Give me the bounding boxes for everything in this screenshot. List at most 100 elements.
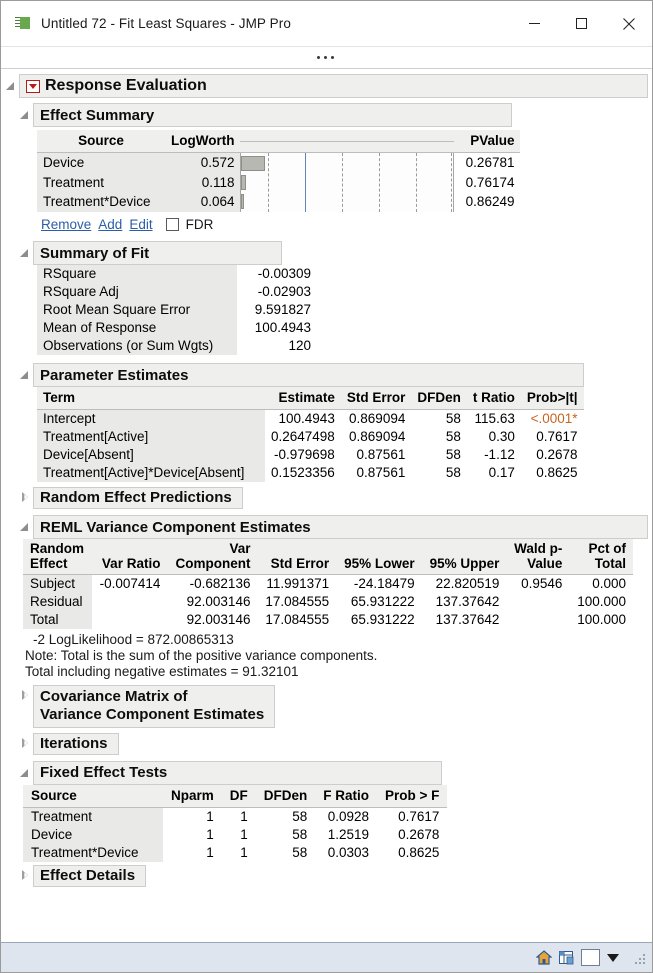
cell-logworth: 0.572 <box>165 152 241 173</box>
cell-pvalue: 0.76174 <box>465 174 515 190</box>
cell-estimate: 0.1523356 <box>271 465 335 480</box>
cell-random-effect: Total <box>23 611 92 630</box>
col-pct-of-total[interactable]: Pct of Total <box>569 539 633 576</box>
col-line1: Var <box>229 541 251 556</box>
section-covariance-matrix[interactable]: Covariance Matrix of Variance Component … <box>19 685 652 728</box>
parameter-estimates-table-wrap: Term Estimate Std Error DFDen t Ratio Pr… <box>37 387 648 482</box>
col-var-component[interactable]: Var Component <box>167 539 258 576</box>
fdr-checkbox[interactable] <box>165 218 179 231</box>
home-icon[interactable] <box>535 950 553 965</box>
cell-pct-total: 0.000 <box>592 576 626 592</box>
section-effect-summary[interactable]: Effect Summary <box>19 103 512 127</box>
cell-value: 9.591827 <box>237 301 317 319</box>
overflow-menu-icon[interactable] <box>317 56 334 59</box>
color-swatch-button[interactable] <box>581 949 600 966</box>
disclosure-triangle-closed-icon[interactable] <box>19 737 31 749</box>
col-dfden[interactable]: DFDen <box>255 784 316 808</box>
section-title-summary-of-fit: Summary of Fit <box>40 244 150 262</box>
data-grid-icon[interactable] <box>559 950 574 965</box>
col-95-upper[interactable]: 95% Upper <box>421 539 507 576</box>
col-logworth[interactable]: LogWorth <box>165 130 241 153</box>
caret-down-icon[interactable] <box>607 953 619 962</box>
disclosure-triangle-closed-icon[interactable] <box>19 689 31 701</box>
cell-f-ratio: 0.0303 <box>327 844 370 860</box>
col-std-error[interactable]: Std Error <box>340 387 412 410</box>
section-title-effect-summary: Effect Summary <box>40 106 155 124</box>
section-iterations[interactable]: Iterations <box>19 732 652 755</box>
disclosure-triangle-open-icon[interactable] <box>19 521 31 533</box>
col-source[interactable]: Source <box>37 130 165 153</box>
table-row[interactable]: Device 0.572 0.26781 <box>37 152 520 212</box>
table-row[interactable]: Treatment[Active]*Device[Absent] 0.15233… <box>37 464 584 482</box>
table-row[interactable]: Residual 92.003146 17.084555 65.931222 1… <box>23 593 633 612</box>
section-response-evaluation[interactable]: Response Evaluation <box>5 74 648 98</box>
remove-link[interactable]: Remove <box>41 217 91 232</box>
col-wald-p-value[interactable]: Wald p- Value <box>506 539 570 576</box>
col-dfden[interactable]: DFDen <box>411 387 467 410</box>
cell-95-upper: 22.820519 <box>435 576 500 592</box>
reml-table-wrap: Random Effect Var Ratio Var Component St… <box>23 539 648 630</box>
disclosure-triangle-open-icon[interactable] <box>19 369 31 381</box>
col-df[interactable]: DF <box>221 784 256 808</box>
resize-grip[interactable] <box>632 951 646 965</box>
fixed-effect-tests-table-wrap: Source Nparm DF DFDen F Ratio Prob > F T… <box>23 784 648 862</box>
col-95-lower[interactable]: 95% Lower <box>336 539 422 576</box>
cell-term: Intercept <box>37 409 265 428</box>
section-effect-details[interactable]: Effect Details <box>19 864 652 887</box>
cell-dfden: 58 <box>445 465 461 480</box>
section-reml-variance[interactable]: REML Variance Component Estimates <box>19 515 648 539</box>
edit-link[interactable]: Edit <box>129 217 152 232</box>
col-line2: Component <box>175 556 251 572</box>
logworth-bar <box>241 156 265 171</box>
section-parameter-estimates[interactable]: Parameter Estimates <box>19 363 584 387</box>
disclosure-triangle-open-icon[interactable] <box>19 109 31 121</box>
red-triangle-menu-icon[interactable] <box>26 79 40 93</box>
cell-prob-t: 0.8625 <box>536 465 578 480</box>
add-link[interactable]: Add <box>98 217 122 232</box>
cell-dfden: 58 <box>292 844 308 860</box>
cell-prob-t: 0.2678 <box>536 447 578 462</box>
col-nparm[interactable]: Nparm <box>163 784 222 808</box>
disclosure-triangle-open-icon[interactable] <box>5 80 17 92</box>
col-std-error[interactable]: Std Error <box>257 539 337 576</box>
cell-value: -0.00309 <box>237 265 317 283</box>
table-row[interactable]: Treatment 1 1 58 0.0928 0.7617 <box>23 807 447 826</box>
disclosure-triangle-closed-icon[interactable] <box>19 491 31 503</box>
col-var-ratio[interactable]: Var Ratio <box>91 539 168 576</box>
table-row[interactable]: Device 1 1 58 1.2519 0.2678 <box>23 825 447 844</box>
col-pvalue[interactable]: PValue <box>454 130 521 153</box>
disclosure-triangle-open-icon[interactable] <box>19 767 31 779</box>
col-source[interactable]: Source <box>23 784 163 808</box>
maximize-button[interactable] <box>558 1 605 46</box>
table-row[interactable]: Subject -0.007414 -0.682136 11.991371 -2… <box>23 574 633 594</box>
col-prob-f[interactable]: Prob > F <box>377 784 448 808</box>
minimize-button[interactable] <box>511 1 558 46</box>
cell-std-error: 0.869094 <box>349 411 406 426</box>
section-title-iterations: Iterations <box>33 732 119 755</box>
table-row[interactable]: Total 92.003146 17.084555 65.931222 137.… <box>23 611 633 630</box>
col-estimate[interactable]: Estimate <box>265 387 341 410</box>
cell-df: 1 <box>240 844 248 860</box>
section-fixed-effect-tests[interactable]: Fixed Effect Tests <box>19 760 442 785</box>
table-row[interactable]: Treatment*Device 1 1 58 0.0303 0.8625 <box>23 843 447 862</box>
table-row[interactable]: Device[Absent] -0.979698 0.87561 58 -1.1… <box>37 446 584 464</box>
cell-logworth: 0.118 <box>165 172 241 193</box>
table-row[interactable]: Treatment[Active] 0.2647498 0.869094 58 … <box>37 428 584 446</box>
disclosure-triangle-open-icon[interactable] <box>19 247 31 259</box>
cell-label: RSquare Adj <box>37 283 237 301</box>
col-t-ratio[interactable]: t Ratio <box>466 387 521 410</box>
col-random-effect[interactable]: Random Effect <box>23 539 92 576</box>
section-random-effect-predictions[interactable]: Random Effect Predictions <box>19 487 652 509</box>
report-body: Response Evaluation Effect Summary Sourc… <box>1 69 652 942</box>
table-row[interactable]: Intercept 100.4943 0.869094 58 115.63 <.… <box>37 409 584 428</box>
summary-of-fit-table-wrap: RSquare -0.00309 RSquare Adj -0.02903 Ro… <box>37 265 648 355</box>
col-term[interactable]: Term <box>37 387 265 410</box>
col-f-ratio[interactable]: F Ratio <box>315 784 378 808</box>
cell-prob-t: 0.7617 <box>536 429 578 444</box>
covariance-line1: Covariance Matrix of <box>40 688 188 706</box>
toolbar-overflow-row <box>1 47 652 69</box>
section-summary-of-fit[interactable]: Summary of Fit <box>19 241 282 265</box>
close-button[interactable] <box>605 1 652 46</box>
col-prob-t[interactable]: Prob>|t| <box>520 387 584 410</box>
disclosure-triangle-closed-icon[interactable] <box>19 869 31 881</box>
